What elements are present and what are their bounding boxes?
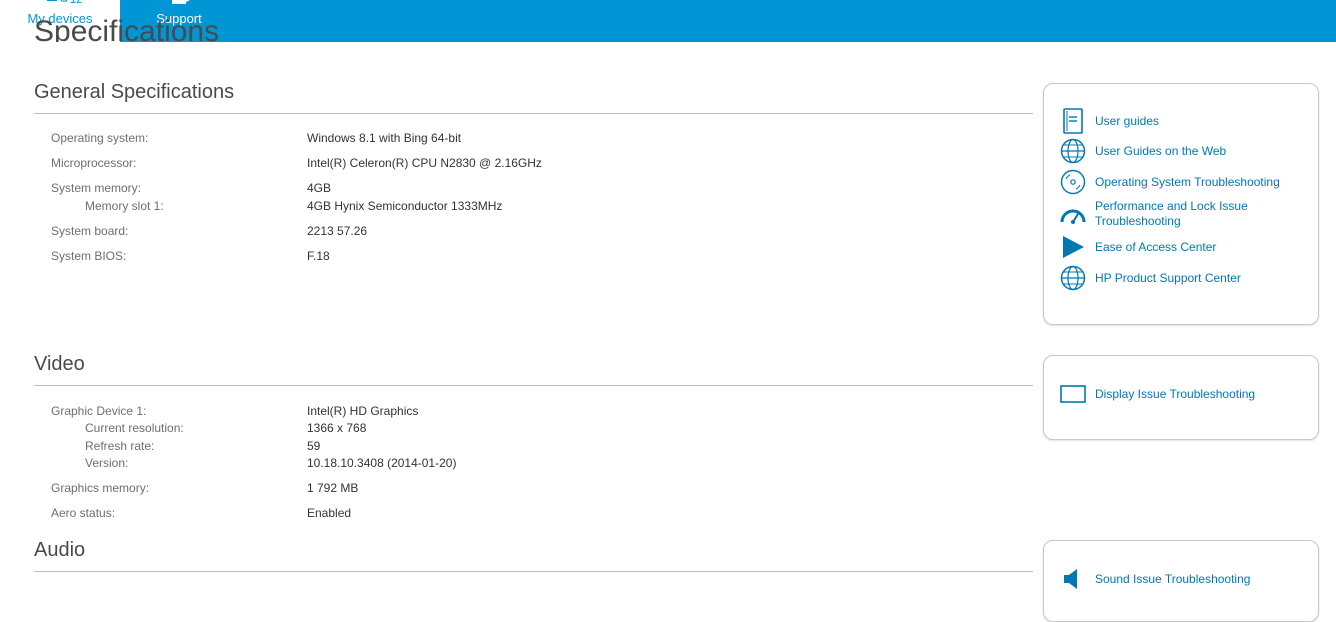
spec-label: Operating system: — [51, 131, 149, 145]
spec-label: Graphic Device 1: — [51, 404, 147, 418]
chat-arrow-icon — [172, 0, 190, 4]
link-performance-lock[interactable]: Performance and Lock Issue Troubleshootin… — [1060, 199, 1248, 228]
link-label[interactable]: User Guides on the Web — [1095, 144, 1226, 159]
device-count-indicator: 12 — [46, 0, 82, 6]
link-label-line1: Performance and Lock Issue — [1095, 199, 1248, 213]
spec-label: System board: — [51, 224, 129, 238]
divider — [34, 385, 1033, 386]
link-sound-troubleshooting[interactable]: Sound Issue Troubleshooting — [1060, 566, 1250, 592]
spec-value: Enabled — [307, 506, 352, 520]
link-label[interactable]: Sound Issue Troubleshooting — [1095, 572, 1250, 587]
link-label-line2: Troubleshooting — [1095, 214, 1181, 228]
spec-value: Intel(R) HD Graphics — [307, 404, 419, 418]
link-label[interactable]: Display Issue Troubleshooting — [1095, 387, 1255, 402]
video-heading: Video — [34, 353, 85, 375]
spec-sublabel: Memory slot 1: — [85, 199, 164, 213]
link-os-troubleshooting[interactable]: Operating System Troubleshooting — [1060, 169, 1280, 195]
monitor-icon — [1060, 381, 1086, 407]
spec-label: Graphics memory: — [51, 481, 150, 495]
spec-sublabel: Version: — [85, 456, 129, 470]
link-label[interactable]: Operating System Troubleshooting — [1095, 175, 1280, 190]
spec-value: F.18 — [307, 249, 330, 263]
speaker-icon — [1060, 566, 1086, 592]
spec-label: Aero status: — [51, 506, 116, 520]
spec-value: Windows 8.1 with Bing 64-bit — [307, 131, 462, 145]
spec-label: System BIOS: — [51, 249, 127, 263]
play-icon — [1060, 234, 1086, 260]
divider — [34, 571, 1033, 572]
link-user-guides-web[interactable]: User Guides on the Web — [1060, 138, 1226, 164]
spec-value: 10.18.10.3408 (2014-01-20) — [307, 456, 457, 470]
link-label[interactable]: User guides — [1095, 114, 1159, 129]
globe-icon — [1060, 138, 1086, 164]
spec-value: 1 792 MB — [307, 481, 359, 495]
spec-value: 4GB — [307, 181, 332, 195]
link-label[interactable]: Performance and Lock Issue Troubleshootin… — [1095, 199, 1248, 229]
spec-value: 4GB Hynix Semiconductor 1333MHz — [307, 199, 503, 213]
link-user-guides[interactable]: User guides — [1060, 108, 1159, 134]
gauge-icon — [1060, 202, 1086, 228]
spec-value: 59 — [307, 439, 321, 453]
printer-icon — [47, 0, 57, 1]
spec-label: Microprocessor: — [51, 156, 137, 170]
spec-value: 2213 57.26 — [307, 224, 368, 238]
link-label[interactable]: Ease of Access Center — [1095, 240, 1216, 255]
link-display-troubleshooting[interactable]: Display Issue Troubleshooting — [1060, 381, 1255, 407]
spec-label: System memory: — [51, 181, 142, 195]
general-specs-heading: General Specifications — [34, 81, 235, 103]
device-count: 12 — [70, 0, 83, 6]
disc-icon — [1060, 169, 1086, 195]
link-label[interactable]: HP Product Support Center — [1095, 271, 1241, 286]
spec-value: Intel(R) Celeron(R) CPU N2830 @ 2.16GHz — [307, 156, 542, 170]
globe-icon — [1060, 265, 1086, 291]
spec-sublabel: Refresh rate: — [85, 439, 155, 453]
spec-value: 1366 x 768 — [307, 421, 367, 435]
spec-sublabel: Current resolution: — [85, 421, 184, 435]
link-ease-of-access[interactable]: Ease of Access Center — [1060, 234, 1216, 260]
notebook-icon — [1060, 108, 1086, 134]
page-title: Specifications — [34, 16, 220, 42]
audio-heading: Audio — [34, 539, 86, 561]
phone-icon — [61, 0, 67, 2]
link-hp-support-center[interactable]: HP Product Support Center — [1060, 265, 1241, 291]
divider — [34, 113, 1033, 114]
